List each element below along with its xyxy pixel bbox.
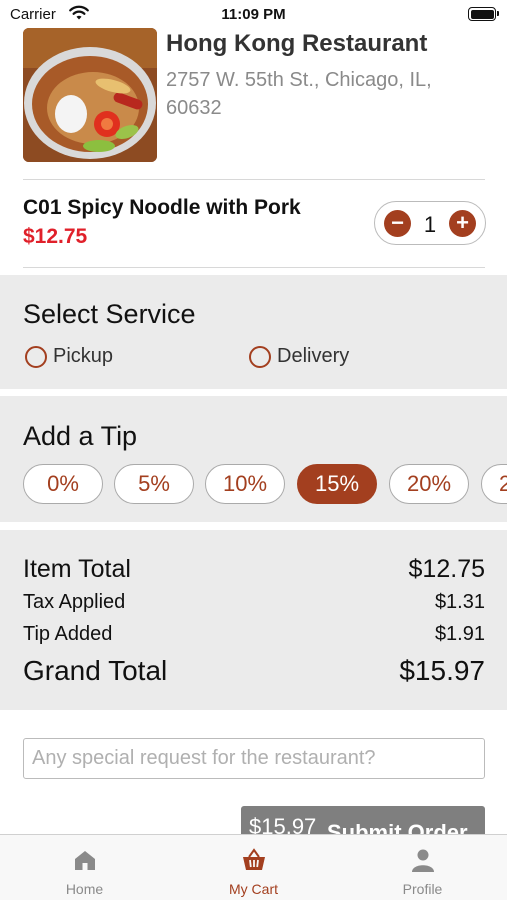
tip-option-5[interactable]: 5% <box>114 464 194 504</box>
service-title: Select Service <box>23 299 196 329</box>
grand-total-row: Grand Total $15.97 <box>23 655 485 687</box>
home-icon <box>75 851 95 870</box>
battery-icon <box>468 7 499 21</box>
food-photo-icon <box>23 28 157 162</box>
quantity-stepper[interactable]: − 1 + <box>374 201 486 245</box>
item-total-row: Item Total $12.75 <box>23 555 485 584</box>
pickup-label: Pickup <box>53 345 114 367</box>
cart-item-name: C01 Spicy Noodle with Pork <box>23 196 301 219</box>
restaurant-name: Hong Kong Restaurant <box>166 30 428 57</box>
increase-quantity-button[interactable]: + <box>449 210 476 237</box>
tax-label: Tax Applied <box>23 591 126 613</box>
restaurant-photo <box>23 28 157 162</box>
status-bar: Carrier 11:09 PM <box>0 0 507 30</box>
tip-added-label: Tip Added <box>23 623 113 645</box>
grand-total-value: $15.97 <box>399 655 485 686</box>
tab-home-label: Home <box>65 881 104 897</box>
tab-bar: Home My Cart Profile <box>0 834 507 900</box>
radio-circle-icon <box>249 345 271 368</box>
tip-options[interactable]: 0% 5% 10% 15% 20% 25% <box>23 464 507 504</box>
status-time: 11:09 PM <box>221 6 286 23</box>
restaurant-address: 2757 W. 55th St., Chicago, IL, 60632 <box>166 69 432 119</box>
item-total-label: Item Total <box>23 555 131 583</box>
basket-icon <box>243 848 265 870</box>
tip-option-10[interactable]: 10% <box>205 464 285 504</box>
tip-option-0[interactable]: 0% <box>23 464 103 504</box>
tab-profile-label: Profile <box>402 881 443 897</box>
delivery-label: Delivery <box>277 345 350 367</box>
pickup-radio[interactable]: Pickup <box>25 345 113 368</box>
tip-option-15[interactable]: 15% <box>297 464 377 504</box>
tax-row: Tax Applied $1.31 <box>23 591 485 614</box>
tab-home[interactable]: Home <box>0 835 169 900</box>
tab-my-cart-label: My Cart <box>229 881 278 897</box>
radio-circle-icon <box>25 345 47 368</box>
tip-option-20[interactable]: 20% <box>389 464 469 504</box>
tab-profile[interactable]: Profile <box>338 835 507 900</box>
tip-added-row: Tip Added $1.91 <box>23 623 485 646</box>
delivery-radio[interactable]: Delivery <box>249 345 349 368</box>
person-icon <box>412 849 434 872</box>
tip-option-25[interactable]: 25% <box>481 464 507 504</box>
special-request-input[interactable] <box>23 738 485 779</box>
grand-total-label: Grand Total <box>23 655 168 686</box>
cart-item-price: $12.75 <box>23 225 88 248</box>
divider <box>23 267 485 268</box>
divider <box>23 179 485 180</box>
item-total-value: $12.75 <box>408 555 485 583</box>
tip-added-value: $1.91 <box>434 623 485 645</box>
tax-value: $1.31 <box>434 591 485 613</box>
service-panel: Select Service <box>0 275 507 389</box>
tab-my-cart[interactable]: My Cart <box>169 835 338 900</box>
tip-title: Add a Tip <box>23 421 138 451</box>
